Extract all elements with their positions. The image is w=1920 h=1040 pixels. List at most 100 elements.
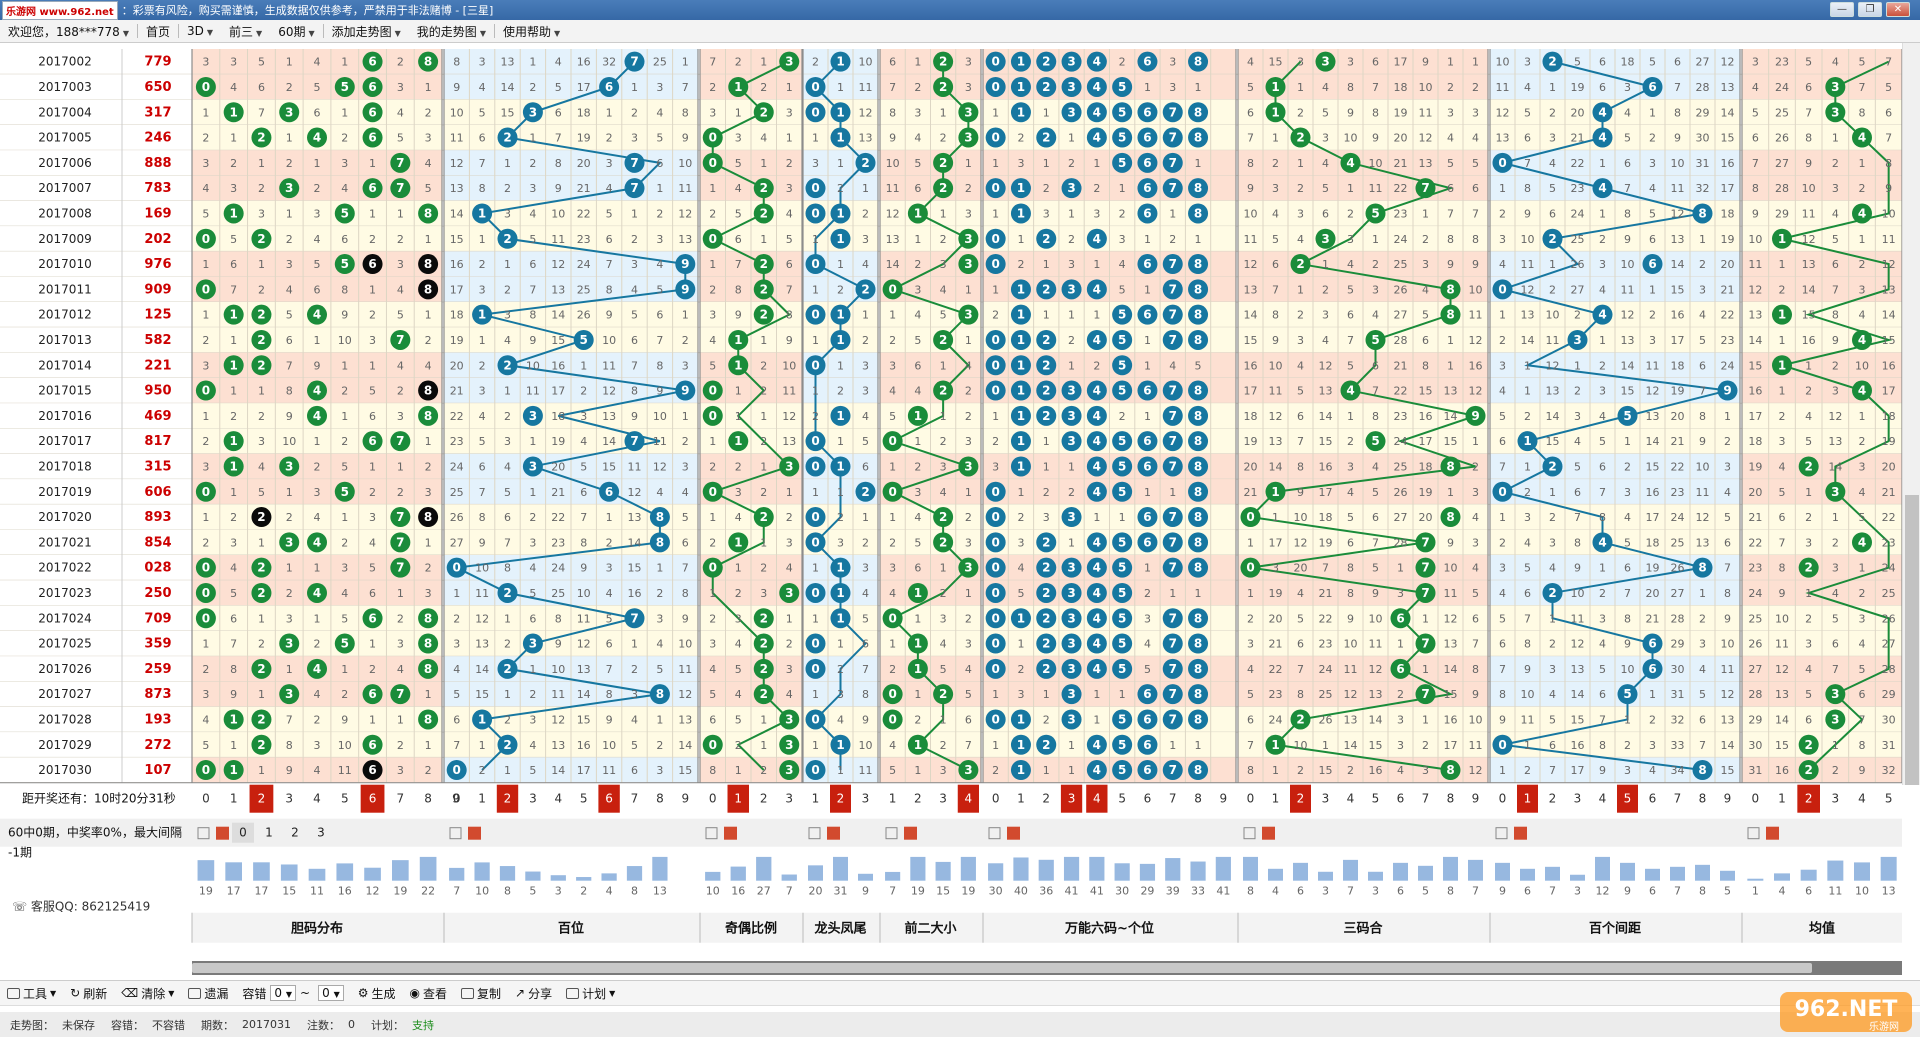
grid-icon[interactable]: [468, 826, 481, 840]
filter-button[interactable]: 遗漏: [181, 985, 235, 1002]
miss-value: 1: [425, 688, 432, 701]
generate-button[interactable]: ⚙ 生成: [351, 985, 403, 1002]
grid-icon[interactable]: [1007, 826, 1020, 840]
miss-value: 8: [656, 359, 663, 372]
ball-label: 2: [760, 662, 768, 676]
grid-icon[interactable]: [216, 826, 229, 840]
copy-button[interactable]: 复制: [454, 985, 508, 1002]
welcome-user[interactable]: 欢迎您，188***778 ▼: [0, 23, 137, 40]
miss-value: 7: [1322, 562, 1329, 575]
miss-value: 16: [577, 739, 591, 752]
miss-value: 28: [1394, 334, 1408, 347]
tolerance-from-select[interactable]: 0 ▼: [270, 985, 297, 1001]
miss-value: 19: [1721, 233, 1735, 246]
miss-value: 4: [202, 713, 209, 726]
miss-value: 3: [314, 486, 321, 499]
bar-count: 7: [889, 885, 896, 898]
status-issue-value: 2017031: [242, 1018, 291, 1031]
bar-count: 9: [1624, 885, 1631, 898]
ball-label: 7: [1169, 611, 1177, 625]
miss-value: 4: [1017, 562, 1024, 575]
miss-value: 7: [1272, 283, 1279, 296]
miss-value: 3: [940, 764, 947, 777]
gen-digit: 6: [605, 792, 613, 806]
miss-value: 1: [202, 258, 209, 271]
miss-value: 6: [1599, 81, 1606, 94]
miss-value: 9: [1447, 536, 1454, 549]
miss-value: 6: [1549, 739, 1556, 752]
view-button[interactable]: ◉ 查看: [403, 985, 455, 1002]
grid-icon[interactable]: [827, 826, 840, 840]
miss-value: 27: [1882, 638, 1896, 651]
miss-value: 15: [1621, 385, 1635, 398]
ball-label: 8: [1194, 105, 1202, 119]
miss-value: 21: [450, 385, 464, 398]
miss-value: 8: [709, 764, 716, 777]
miss-value: 26: [1671, 562, 1685, 575]
miss-value: 1: [709, 511, 716, 524]
miss-value: 9: [286, 410, 293, 423]
ball-label: 8: [1446, 282, 1454, 296]
grid-icon[interactable]: [1514, 826, 1527, 840]
refresh-button[interactable]: ↻ 刷新: [63, 985, 114, 1002]
clear-menu[interactable]: ⌫ 清除 ▼: [114, 985, 181, 1002]
menu-position[interactable]: 前三 ▼: [221, 23, 270, 40]
miss-value: 2: [1524, 764, 1531, 777]
miss-value: 2: [1649, 713, 1656, 726]
ball-label: 3: [529, 459, 537, 473]
menu-home[interactable]: 首页: [138, 23, 178, 40]
bar-count: 8: [1447, 885, 1454, 898]
miss-value: 6: [1422, 334, 1429, 347]
grid-icon[interactable]: [724, 826, 737, 840]
miss-value: 4: [1447, 132, 1454, 145]
miss-value: 15: [628, 562, 642, 575]
menu-periods[interactable]: 60期 ▼: [270, 23, 322, 40]
miss-value: 7: [656, 334, 663, 347]
miss-value: 1: [314, 612, 321, 625]
miss-value: 1: [369, 713, 376, 726]
grid-icon[interactable]: [1766, 826, 1779, 840]
miss-value: 8: [341, 283, 348, 296]
menu-lottery[interactable]: 3D ▼: [179, 24, 221, 38]
scroll-thumb[interactable]: [192, 963, 1812, 973]
grid-icon[interactable]: [904, 826, 917, 840]
menu-help[interactable]: 使用帮助 ▼: [495, 23, 568, 40]
minimize-button[interactable]: —: [1830, 2, 1854, 17]
miss-value: 7: [606, 663, 613, 676]
miss-value: 3: [504, 435, 511, 448]
ball-label: 7: [1169, 535, 1177, 549]
miss-value: 1: [760, 233, 767, 246]
miss-value: 3: [1624, 764, 1631, 777]
ball-label: 1: [914, 738, 922, 752]
ball-label: 4: [1093, 282, 1101, 296]
grid-icon[interactable]: [1262, 826, 1275, 840]
ball-label: 6: [1143, 308, 1151, 322]
menu-my-charts[interactable]: 我的走势图 ▼: [409, 23, 494, 40]
tolerance-to-select[interactable]: 0 ▼: [318, 985, 344, 1001]
miss-value: 5: [914, 536, 921, 549]
miss-value: 4: [504, 460, 511, 473]
chevron-down-icon: ▼: [308, 28, 315, 38]
ball-label: 3: [285, 459, 293, 473]
menu-add-chart[interactable]: 添加走势图 ▼: [324, 23, 409, 40]
miss-value: 8: [1524, 638, 1531, 651]
draw-number: 107: [144, 763, 171, 778]
bar-count: 8: [1247, 885, 1254, 898]
plan-menu[interactable]: 计划 ▼: [559, 985, 622, 1002]
miss-value: 14: [678, 739, 692, 752]
share-button[interactable]: ↗ 分享: [508, 985, 559, 1002]
scroll-thumb[interactable]: [1905, 495, 1919, 785]
miss-value: 2: [760, 81, 767, 94]
vertical-scrollbar[interactable]: [1902, 43, 1920, 785]
miss-value: 25: [1394, 460, 1408, 473]
horizontal-scrollbar[interactable]: [192, 961, 1902, 975]
restore-button[interactable]: ❐: [1858, 2, 1882, 17]
tools-menu[interactable]: 工具 ▼: [0, 985, 63, 1002]
miss-value: 1: [202, 638, 209, 651]
miss-value: 8: [1247, 764, 1254, 777]
count-bar: [499, 866, 516, 881]
miss-value: 9: [1832, 334, 1839, 347]
close-button[interactable]: ✕: [1886, 2, 1910, 17]
miss-value: 1: [504, 157, 511, 170]
miss-value: 1: [1832, 739, 1839, 752]
